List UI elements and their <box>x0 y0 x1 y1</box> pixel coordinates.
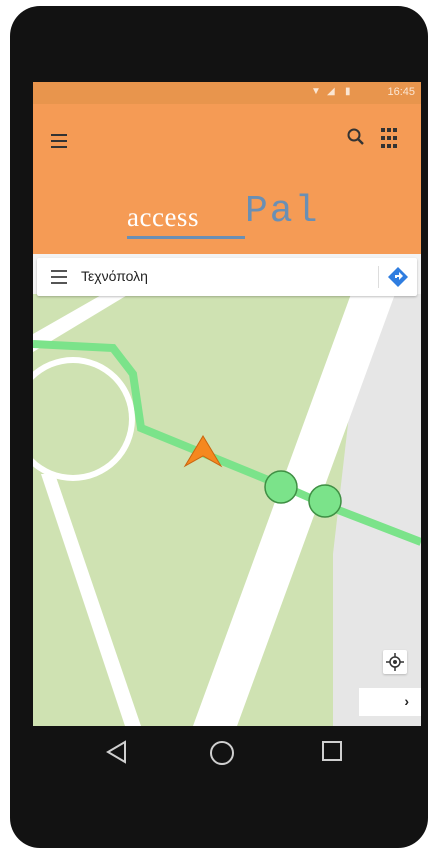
wifi-icon: ▼ <box>311 86 321 97</box>
search-button[interactable] <box>343 124 369 150</box>
search-divider <box>378 266 379 288</box>
battery-icon: ▮ <box>345 86 351 97</box>
search-icon <box>347 128 364 145</box>
app-screen: ▼ ◢ ▮ 16:45 access Pal Τεχνόπολη › <box>33 82 421 726</box>
status-time: 16:45 <box>387 86 415 98</box>
app-bar: access Pal <box>33 104 421 254</box>
next-step-button[interactable]: › <box>359 688 421 716</box>
logo-pal-text: Pal <box>245 190 320 233</box>
my-location-icon <box>386 653 404 671</box>
status-bar: ▼ ◢ ▮ 16:45 <box>33 82 421 104</box>
home-circle-icon[interactable] <box>209 740 235 766</box>
logo-access-text: access <box>127 202 199 232</box>
waypoint-marker-2[interactable] <box>308 484 342 518</box>
search-menu-icon[interactable] <box>51 270 67 284</box>
recenter-button[interactable] <box>383 650 407 674</box>
map-view[interactable] <box>33 294 421 726</box>
waypoint-marker-1[interactable] <box>264 470 298 504</box>
android-nav-bar <box>33 726 421 782</box>
search-query[interactable]: Τεχνόπολη <box>81 268 148 284</box>
directions-icon <box>388 267 408 287</box>
chevron-right-icon: › <box>404 693 409 709</box>
recents-square-icon[interactable] <box>321 740 343 762</box>
accesspal-logo: access Pal <box>127 190 347 242</box>
map-canvas <box>33 294 421 726</box>
signal-icon: ◢ <box>327 86 335 97</box>
hamburger-menu-icon <box>51 134 67 136</box>
back-triangle-icon[interactable] <box>105 740 127 764</box>
grid-apps-icon[interactable] <box>379 126 405 152</box>
hamburger-line <box>51 140 67 142</box>
search-bar[interactable]: Τεχνόπολη <box>37 258 417 296</box>
menu-button[interactable] <box>51 126 81 156</box>
hamburger-line <box>51 146 67 148</box>
directions-button[interactable] <box>387 266 409 288</box>
logo-underline <box>127 236 245 239</box>
